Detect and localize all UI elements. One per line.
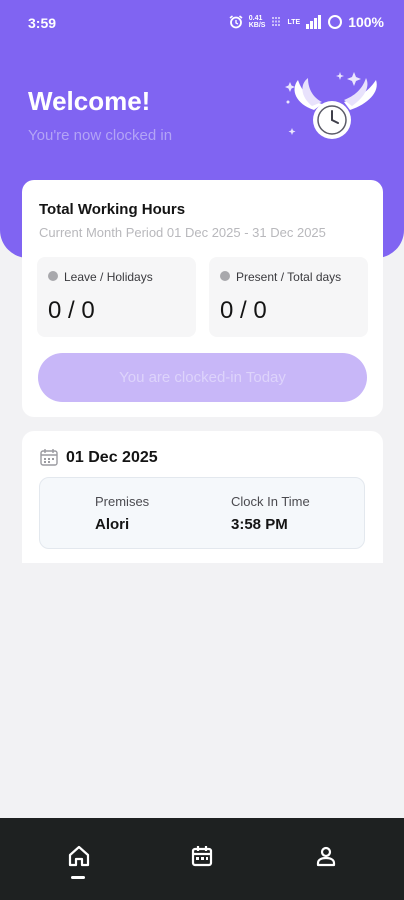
working-hours-card: Total Working Hours Current Month Period… — [22, 180, 383, 417]
present-total-label: Present / Total days — [236, 270, 342, 284]
wifi-call-icon — [272, 17, 281, 27]
working-hours-title: Total Working Hours — [39, 201, 186, 218]
present-total-stat: Present / Total days 0 / 0 — [209, 257, 368, 337]
battery-level: 100% — [348, 14, 384, 30]
network-speed-unit: KB/S — [248, 22, 266, 29]
profile-icon — [316, 846, 336, 867]
premises-label: Premises — [95, 494, 150, 509]
signal-icon — [306, 15, 322, 29]
active-tab-indicator — [71, 876, 85, 879]
premises-value: Alori — [95, 516, 130, 533]
present-status-dot — [220, 271, 230, 281]
calendar-icon — [40, 449, 58, 466]
leave-holidays-label: Leave / Holidays — [64, 270, 153, 284]
attendance-date: 01 Dec 2025 — [66, 449, 158, 466]
welcome-title: Welcome! — [28, 86, 151, 116]
battery-ring-icon — [328, 15, 343, 29]
flying-clock-illustration — [285, 72, 377, 139]
status-bar: 3:59 0.41 KB/S LTE 100% — [0, 0, 404, 46]
clock-in-button[interactable]: You are clocked-in Today — [38, 353, 367, 402]
nav-profile[interactable] — [312, 842, 340, 870]
network-speed-value: 0.41 — [248, 15, 263, 22]
nav-calendar[interactable] — [188, 842, 216, 870]
network-type: LTE — [287, 18, 301, 26]
leave-holidays-stat: Leave / Holidays 0 / 0 — [37, 257, 196, 337]
premises-column: Premises Alori — [95, 494, 149, 533]
leave-holidays-value: 0 / 0 — [48, 297, 95, 324]
period-text: Current Month Period 01 Dec 2025 - 31 De… — [39, 225, 326, 240]
home-icon — [68, 845, 90, 867]
alarm-icon — [229, 15, 243, 29]
leave-status-dot — [48, 271, 58, 281]
nav-home[interactable] — [65, 842, 93, 870]
network-speed: 0.41 KB/S — [249, 15, 266, 29]
clock-in-time-label: Clock In Time — [231, 494, 310, 509]
clock-in-column: Clock In Time 3:58 PM — [231, 494, 310, 533]
bottom-navigation — [0, 818, 404, 900]
calendar-icon — [191, 846, 213, 867]
attendance-card: 01 Dec 2025 Premises Alori Clock In Time… — [22, 431, 383, 563]
status-time: 3:59 — [28, 15, 57, 31]
status-icons: 0.41 KB/S LTE 100% — [229, 14, 384, 30]
present-total-value: 0 / 0 — [220, 297, 267, 324]
clocked-in-subtitle: You're now clocked in — [28, 127, 173, 144]
clock-in-time-value: 3:58 PM — [231, 516, 288, 533]
attendance-record: Premises Alori Clock In Time 3:58 PM — [39, 477, 365, 549]
